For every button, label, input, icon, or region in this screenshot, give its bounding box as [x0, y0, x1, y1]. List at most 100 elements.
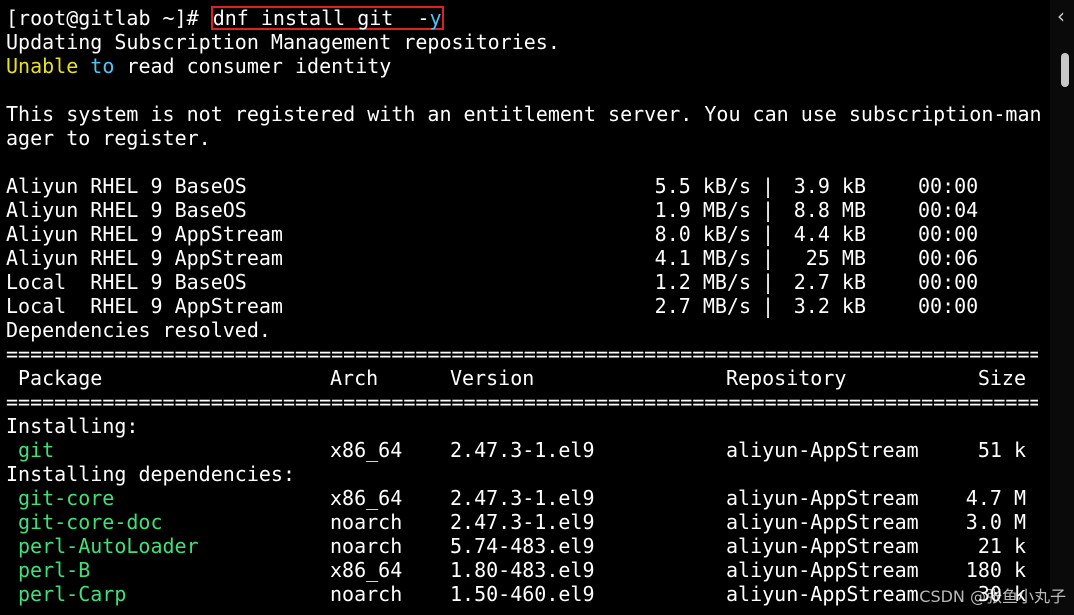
- terminal-output: [root@gitlab ~]# dnf install git -y Upda…: [6, 6, 1046, 606]
- prompt-line: [root@gitlab ~]# dnf install git -y: [6, 6, 1046, 30]
- package-version: 2.47.3-1.el9: [450, 510, 595, 534]
- package-version: 5.74-483.el9: [450, 534, 595, 558]
- package-size: 180 k: [965, 558, 1026, 582]
- package-repo: aliyun-AppStream: [726, 438, 919, 462]
- repo-size: 25 MB: [793, 246, 866, 270]
- repo-size: 3.9 kB: [793, 174, 866, 198]
- header-repository: Repository: [726, 366, 847, 390]
- header-version: Version: [450, 366, 535, 390]
- repo-separator: |: [762, 198, 775, 222]
- command-flag: y: [429, 6, 442, 30]
- table-row: git x86_64 2.47.3-1.el9 aliyun-AppStream…: [6, 438, 1046, 462]
- package-name: git-core-doc: [18, 510, 163, 534]
- repo-size: 2.7 kB: [793, 270, 866, 294]
- package-arch: x86_64: [330, 558, 403, 582]
- repo-time: 00:00: [918, 222, 979, 246]
- repo-rate: 1.2 MB/s: [654, 270, 751, 294]
- package-version: 2.47.3-1.el9: [450, 438, 595, 462]
- chevron-left-icon[interactable]: ‹: [1057, 6, 1065, 26]
- dependencies-label: Installing dependencies:: [6, 462, 295, 486]
- package-version: 2.47.3-1.el9: [450, 486, 595, 510]
- package-version: 1.50-460.el9: [450, 582, 595, 606]
- package-size: 4.7 M: [965, 486, 1026, 510]
- repo-size: 4.4 kB: [793, 222, 866, 246]
- repo-rate: 8.0 kB/s: [654, 222, 751, 246]
- warning-word-to: to: [90, 54, 115, 78]
- package-arch: noarch: [330, 534, 403, 558]
- header-arch: Arch: [330, 366, 379, 390]
- repo-row: Aliyun RHEL 9 AppStream 4.1 MB/s | 25 MB…: [6, 246, 1046, 270]
- package-name: perl-Carp: [18, 582, 127, 606]
- repo-row: Local RHEL 9 AppStream 2.7 MB/s | 3.2 kB…: [6, 294, 1046, 318]
- updating-message: Updating Subscription Management reposit…: [6, 30, 560, 54]
- package-repo: aliyun-AppStream: [726, 558, 919, 582]
- repo-name: Aliyun RHEL 9 AppStream: [6, 246, 283, 270]
- repo-time: 00:00: [918, 294, 979, 318]
- package-size: 21 k: [977, 534, 1026, 558]
- package-repo: aliyun-AppStream: [726, 486, 919, 510]
- repo-separator: |: [762, 294, 775, 318]
- table-row: git-core x86_64 2.47.3-1.el9 aliyun-AppS…: [6, 486, 1046, 510]
- repo-rate: 1.9 MB/s: [654, 198, 751, 222]
- table-rule-top: ========================================…: [6, 342, 1038, 366]
- repo-row: Aliyun RHEL 9 BaseOS 1.9 MB/s | 8.8 MB 0…: [6, 198, 1046, 222]
- repo-separator: |: [762, 246, 775, 270]
- package-arch: noarch: [330, 582, 403, 606]
- highlighted-command: dnf install git -y: [210, 6, 444, 30]
- package-name: git: [18, 438, 55, 462]
- repo-time: 00:04: [918, 198, 979, 222]
- repo-size: 3.2 kB: [793, 294, 866, 318]
- repo-time: 00:00: [918, 270, 979, 294]
- package-size: 3.0 M: [965, 510, 1026, 534]
- shell-prompt: [root@gitlab ~]#: [6, 6, 211, 30]
- repo-name: Aliyun RHEL 9 BaseOS: [6, 174, 247, 198]
- watermark: CSDN @张鱼小丸子: [919, 587, 1066, 606]
- package-size: 51 k: [977, 438, 1026, 462]
- repo-rate: 5.5 kB/s: [654, 174, 751, 198]
- command-text: dnf install git -: [212, 6, 430, 30]
- repo-name: Local RHEL 9 BaseOS: [6, 270, 247, 294]
- repo-separator: |: [762, 270, 775, 294]
- scrollbar-thumb[interactable]: [1061, 53, 1069, 87]
- package-arch: x86_64: [330, 486, 403, 510]
- table-header-row: Package Arch Version Repository Size: [6, 366, 1046, 390]
- identity-warning: Unable to read consumer identity: [6, 54, 1046, 78]
- repo-name: Aliyun RHEL 9 AppStream: [6, 222, 283, 246]
- header-size: Size: [977, 366, 1026, 390]
- table-row: perl-B x86_64 1.80-483.el9 aliyun-AppStr…: [6, 558, 1046, 582]
- table-row: perl-Carp noarch 1.50-460.el9 aliyun-App…: [6, 582, 1046, 606]
- installing-label: Installing:: [6, 414, 139, 438]
- repo-name: Local RHEL 9 AppStream: [6, 294, 283, 318]
- table-rule-bottom: ========================================…: [6, 390, 1038, 414]
- package-repo: aliyun-AppStream: [726, 582, 919, 606]
- repo-size: 8.8 MB: [793, 198, 866, 222]
- repo-time: 00:06: [918, 246, 979, 270]
- repo-time: 00:00: [918, 174, 979, 198]
- terminal-window[interactable]: [root@gitlab ~]# dnf install git -y Upda…: [0, 0, 1074, 615]
- package-arch: noarch: [330, 510, 403, 534]
- header-package: Package: [18, 366, 103, 390]
- package-name: perl-AutoLoader: [18, 534, 199, 558]
- repo-rate: 4.1 MB/s: [654, 246, 751, 270]
- repo-name: Aliyun RHEL 9 BaseOS: [6, 198, 247, 222]
- package-repo: aliyun-AppStream: [726, 534, 919, 558]
- repo-separator: |: [762, 222, 775, 246]
- deps-resolved-message: Dependencies resolved.: [6, 318, 271, 342]
- package-name: perl-B: [18, 558, 91, 582]
- repo-row: Aliyun RHEL 9 BaseOS 5.5 kB/s | 3.9 kB 0…: [6, 174, 1046, 198]
- repo-separator: |: [762, 174, 775, 198]
- package-name: git-core: [18, 486, 115, 510]
- package-repo: aliyun-AppStream: [726, 510, 919, 534]
- warning-rest: read consumer identity: [126, 54, 392, 78]
- warning-word-unable: Unable: [6, 54, 79, 78]
- package-version: 1.80-483.el9: [450, 558, 595, 582]
- table-row: git-core-doc noarch 2.47.3-1.el9 aliyun-…: [6, 510, 1046, 534]
- registration-notice-1: This system is not registered with an en…: [6, 102, 1042, 126]
- table-row: perl-AutoLoader noarch 5.74-483.el9 aliy…: [6, 534, 1046, 558]
- scrollbar-gutter[interactable]: ‹: [1050, 0, 1074, 615]
- package-arch: x86_64: [330, 438, 403, 462]
- repo-row: Local RHEL 9 BaseOS 1.2 MB/s | 2.7 kB 00…: [6, 270, 1046, 294]
- registration-notice-2: ager to register.: [6, 126, 211, 150]
